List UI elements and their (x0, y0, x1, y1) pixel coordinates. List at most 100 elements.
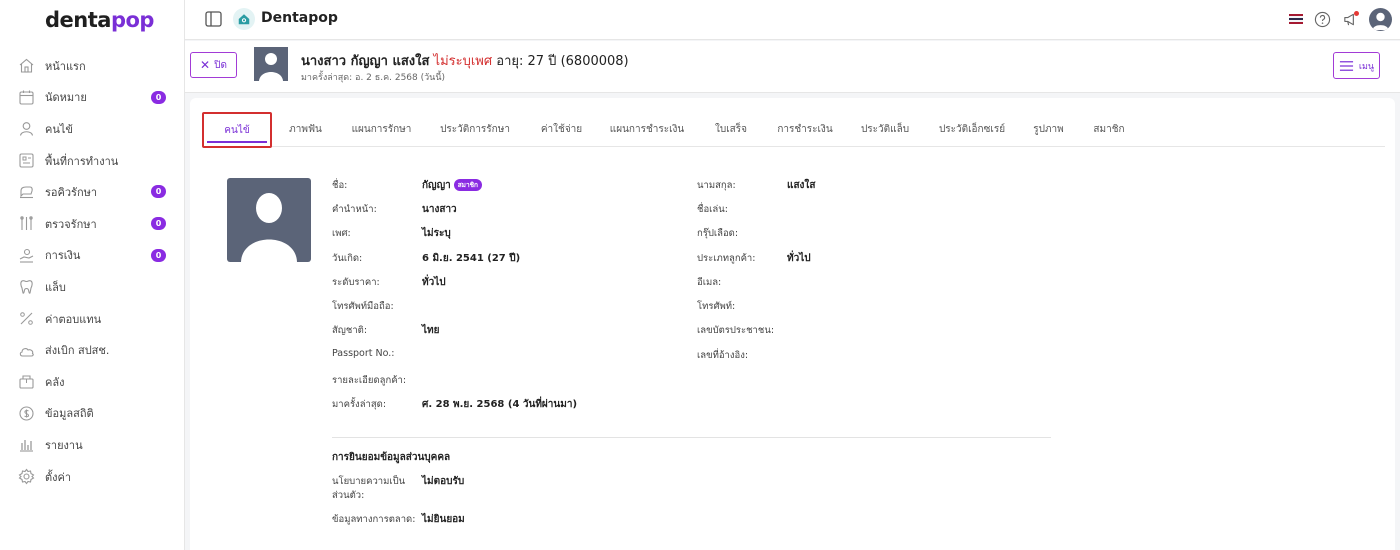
help-icon[interactable] (1313, 10, 1331, 28)
patient-tabs: คนไข้ ภาพฟัน แผนการรักษา ประวัติการรักษา ค่า… (202, 112, 1385, 148)
sidebar-item-14[interactable]: ตั้งค่า (0, 461, 185, 493)
tab-7[interactable]: ใบเสร็จ (697, 113, 765, 146)
dental-tools-icon (18, 215, 35, 232)
percent-icon (18, 310, 35, 327)
tab-3[interactable]: แผนการรักษา (339, 113, 424, 146)
sidebar-item-5[interactable]: รอคิวรักษา 0 (0, 176, 185, 208)
sidebar-item-1[interactable]: หน้าแรก (0, 50, 185, 82)
marketing-label: ข้อมูลทางการตลาด: (332, 514, 416, 525)
home-icon (18, 57, 35, 74)
sex-label: เพศ: (332, 228, 351, 239)
price-level-label: ระดับราคา: (332, 277, 380, 288)
dentapop-logo[interactable]: dentapop (45, 8, 154, 32)
topbar: Dentapop (185, 0, 1400, 40)
tab-6[interactable]: แผนการชำระเงิน (597, 113, 697, 146)
email-label: อีเมล: (697, 277, 722, 288)
tab-12[interactable]: สมาชิก (1078, 113, 1140, 146)
user-avatar[interactable] (1369, 7, 1392, 31)
menu-button[interactable]: เมนู (1333, 52, 1380, 79)
title-label: คำนำหน้า: (332, 204, 377, 215)
last-name-value: แสงใส (787, 180, 816, 191)
price-level-value: ทั่วไป (422, 277, 446, 288)
sidebar-item-10[interactable]: ส่งเบิก สปสช. (0, 334, 185, 366)
sidebar-item-11[interactable]: คลัง (0, 366, 185, 398)
tab-2[interactable]: ภาพฟัน (272, 113, 339, 146)
marketing-value: ไม่ยินยอม (422, 514, 465, 525)
section-divider (332, 437, 1051, 438)
dental-chair-icon (18, 184, 35, 201)
sidebar-item-6[interactable]: ตรวจรักษา 0 (0, 208, 185, 240)
payment-icon (18, 247, 35, 264)
consent-section-title: การยินยอมข้อมูลส่วนบุคคล (332, 452, 451, 463)
sidebar-item-label: แล็บ (45, 280, 66, 294)
privacy-policy-label-line1: นโยบายความเป็น (332, 476, 406, 487)
app-title: Dentapop (261, 10, 338, 26)
sidebar-item-label: ตรวจรักษา (45, 217, 97, 231)
sidebar-item-9[interactable]: ค่าตอบแทน (0, 303, 185, 335)
sidebar-item-12[interactable]: ข้อมูลสถิติ (0, 398, 185, 430)
settings-icon (18, 468, 35, 485)
workspace-icon (18, 152, 35, 169)
sidebar-item-2[interactable]: นัดหมาย 0 (0, 82, 185, 114)
topbar-actions (1289, 7, 1392, 31)
nationality-label: สัญชาติ: (332, 325, 368, 336)
calendar-icon (18, 89, 35, 106)
sidebar-item-8[interactable]: แล็บ (0, 271, 185, 303)
sidebar-item-label: นัดหมาย (45, 91, 87, 105)
sidebar-item-label: รายงาน (45, 438, 83, 452)
tab-1[interactable]: คนไข้ (202, 112, 272, 148)
id-card-label: เลขบัตรประชาชน: (697, 325, 775, 336)
last-visit-label: มาครั้งล่าสุด: (332, 399, 387, 410)
passport-label: Passport No.: (332, 348, 395, 359)
patient-header: ✕ ปิด นางสาว กัญญา แสงใส ไม่ระบุเพศ อายุ… (185, 41, 1400, 93)
mobile-label: โทรศัพท์มือถือ: (332, 301, 394, 312)
thai-flag-icon[interactable] (1289, 14, 1303, 24)
customer-type-value: ทั่วไป (787, 253, 811, 264)
tab-5[interactable]: ค่าใช้จ่าย (526, 113, 597, 146)
announcement-icon[interactable] (1341, 10, 1359, 28)
sidebar-item-3[interactable]: คนไข้ (0, 113, 185, 145)
tab-9[interactable]: ประวัติแล็บ (845, 113, 925, 146)
close-button[interactable]: ✕ ปิด (190, 52, 237, 78)
sidebar-item-label: การเงิน (45, 249, 81, 263)
patient-detail-card: คนไข้ ภาพฟัน แผนการรักษา ประวัติการรักษา ค่า… (190, 98, 1395, 550)
count-badge: 0 (151, 90, 166, 104)
first-name-value: กัญญา สมาชิก (422, 178, 482, 193)
member-badge: สมาชิก (453, 179, 482, 191)
patient-name: นางสาว กัญญา แสงใส (301, 54, 430, 69)
sidebar-item-4[interactable]: พื้นที่การทำงาน (0, 145, 185, 177)
tab-11[interactable]: รูปภาพ (1019, 113, 1078, 146)
inventory-icon (18, 373, 35, 390)
sidebar-item-label: คลัง (45, 375, 65, 389)
tab-10[interactable]: ประวัติเอ็กซเรย์ (925, 113, 1019, 146)
phone-label: โทรศัพท์: (697, 301, 736, 312)
first-name-label: ชื่อ: (332, 180, 348, 191)
sidebar-item-label: หน้าแรก (45, 59, 86, 73)
sidebar-nav: หน้าแรกนัดหมาย 0 คนไข้พื้นที่การทำงานรอคิว… (0, 50, 185, 492)
count-badge: 0 (151, 248, 166, 262)
sidebar-item-label: พื้นที่การทำงาน (45, 154, 119, 168)
privacy-policy-value: ไม่ตอบรับ (422, 476, 465, 487)
sidebar: dentapop หน้าแรกนัดหมาย 0 คนไข้พื้นที่การท… (0, 0, 185, 550)
user-icon (18, 120, 35, 137)
patient-photo[interactable] (227, 178, 311, 262)
title-value: นางสาว (422, 204, 457, 215)
count-badge: 0 (151, 185, 166, 199)
sidebar-item-label: ค่าตอบแทน (45, 312, 102, 326)
app-logo-icon (233, 8, 255, 30)
tab-8[interactable]: การชำระเงิน (765, 113, 845, 146)
sidebar-item-label: รอคิวรักษา (45, 186, 98, 200)
sidebar-item-7[interactable]: การเงิน 0 (0, 240, 185, 272)
hamburger-icon (1339, 60, 1353, 71)
birth-label: วันเกิด: (332, 253, 363, 264)
patient-summary: นางสาว กัญญา แสงใส ไม่ระบุเพศ อายุ: 27 ป… (301, 50, 629, 71)
tab-4[interactable]: ประวัติการรักษา (424, 113, 526, 146)
customer-type-label: ประเภทลูกค้า: (697, 253, 756, 264)
sidebar-toggle-icon[interactable] (205, 11, 222, 27)
report-icon (18, 436, 35, 453)
patient-code: (6800008) (560, 54, 629, 69)
sidebar-item-label: ข้อมูลสถิติ (45, 407, 94, 421)
sidebar-item-label: คนไข้ (45, 122, 73, 136)
sidebar-item-13[interactable]: รายงาน (0, 429, 185, 461)
birth-value: 6 มิ.ย. 2541 (27 ปี) (422, 253, 521, 264)
